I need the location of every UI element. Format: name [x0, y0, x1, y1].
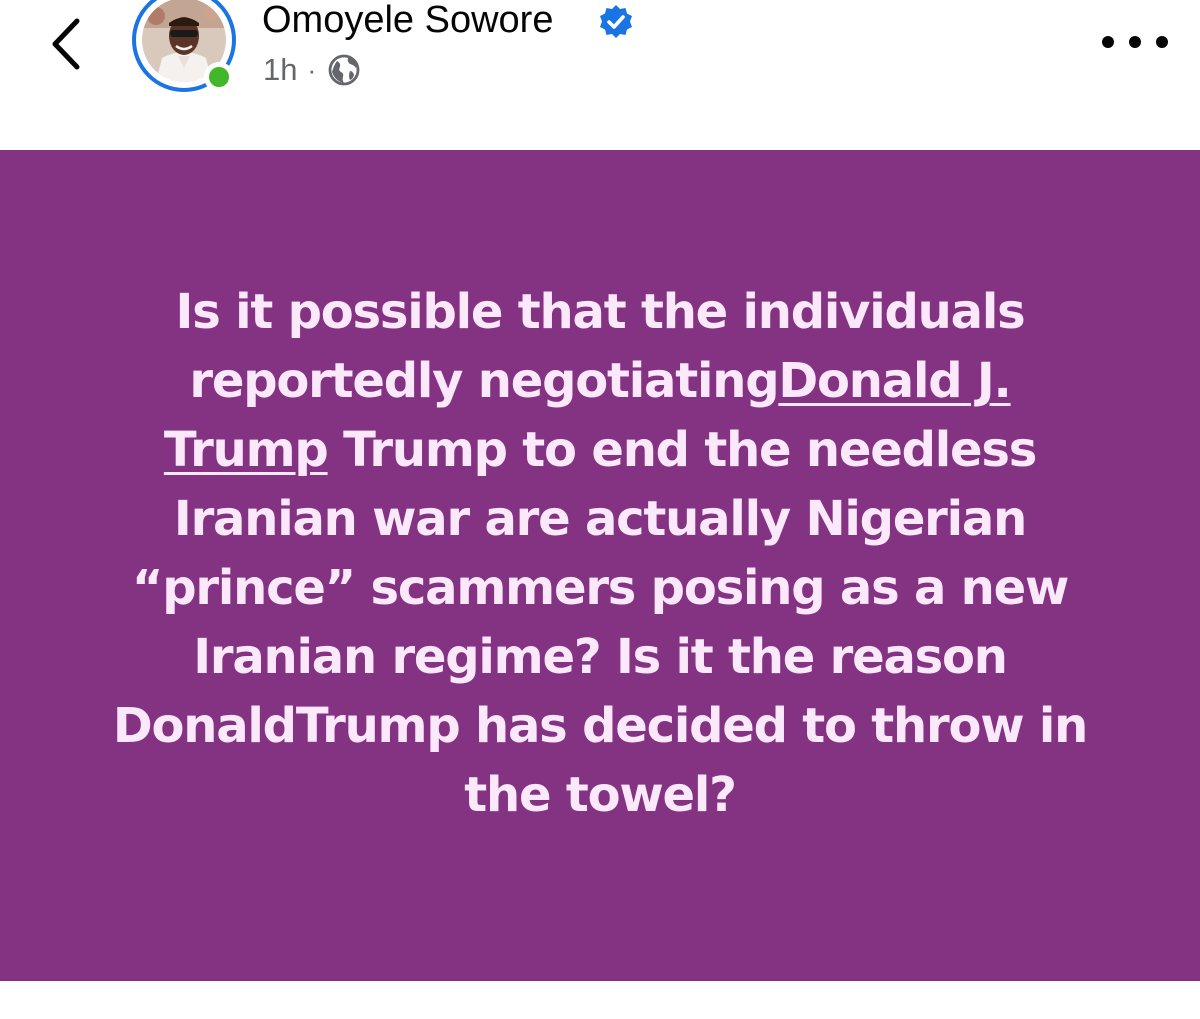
- post-background-card: Is it possible that the individuals repo…: [0, 150, 1200, 981]
- chevron-left-icon: [52, 18, 80, 70]
- post-meta: 1h ·: [263, 50, 360, 90]
- post-timestamp[interactable]: 1h: [263, 52, 297, 88]
- more-options-button[interactable]: [1102, 22, 1168, 62]
- meta-separator: ·: [307, 55, 317, 85]
- more-options-icon-dot: [1156, 36, 1168, 48]
- verified-badge-icon: [600, 5, 632, 38]
- back-button[interactable]: [36, 12, 96, 76]
- post-text-body: Trump to end the needless Iranian war ar…: [112, 422, 1089, 823]
- more-options-icon-dot: [1129, 36, 1141, 48]
- globe-icon[interactable]: [328, 54, 360, 86]
- more-options-icon-dot: [1102, 36, 1114, 48]
- author-avatar[interactable]: [130, 0, 242, 100]
- post-footer: [0, 981, 1200, 1019]
- author-name[interactable]: Omoyele Sowore: [262, 0, 553, 44]
- post-header: Omoyele Sowore 1h ·: [0, 0, 1200, 150]
- post-text: Is it possible that the individuals repo…: [100, 278, 1100, 830]
- online-status-indicator: [204, 62, 234, 92]
